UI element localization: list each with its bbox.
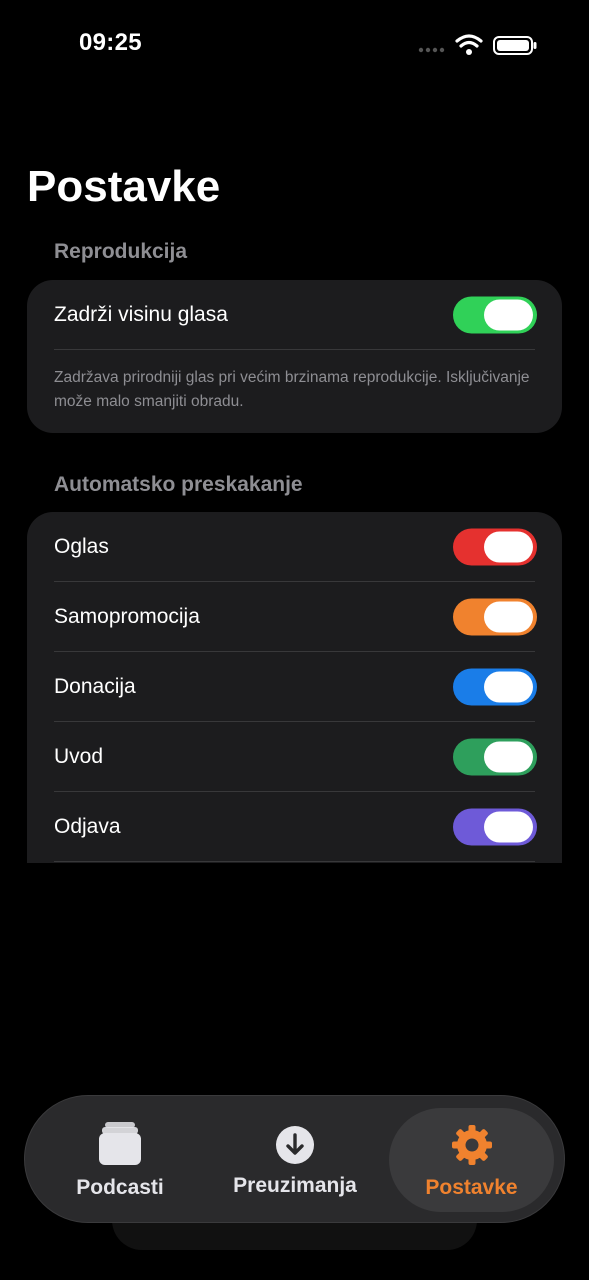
settings-row-samopromocija: Samopromocija bbox=[27, 582, 562, 652]
row-label: Uvod bbox=[54, 745, 104, 768]
gear-icon bbox=[452, 1125, 492, 1165]
row-label: Donacija bbox=[54, 675, 136, 698]
download-icon bbox=[276, 1126, 314, 1164]
divider bbox=[54, 861, 535, 862]
wifi-icon bbox=[455, 34, 483, 48]
toggle-samopromocija[interactable] bbox=[453, 598, 537, 636]
settings-row-uvod: Uvod bbox=[27, 722, 562, 792]
cellular-signal-icon bbox=[418, 47, 445, 53]
toggle-uvod[interactable] bbox=[453, 738, 537, 776]
toggle-knob bbox=[484, 531, 533, 563]
row-label: Samopromocija bbox=[54, 605, 200, 628]
toggle-knob bbox=[484, 811, 533, 843]
tab-bar: Podcasti Preuzimanja Postavke bbox=[24, 1095, 565, 1223]
row-label: Zadrži visinu glasa bbox=[54, 303, 228, 326]
toggle-pitch[interactable] bbox=[453, 296, 537, 334]
wifi-dot bbox=[466, 49, 472, 55]
toggle-oglas[interactable] bbox=[453, 528, 537, 566]
card-auto-skip: Oglas Samopromocija Donacija Uvod Odjava bbox=[27, 512, 562, 863]
section-footnote: Zadržava prirodniji glas pri većim brzin… bbox=[54, 369, 530, 410]
tab-label: Podcasti bbox=[76, 1176, 164, 1199]
row-label: Oglas bbox=[54, 535, 109, 558]
tab-label: Postavke bbox=[425, 1176, 518, 1199]
toggle-odjava[interactable] bbox=[453, 808, 537, 846]
toggle-knob bbox=[484, 299, 533, 331]
toggle-knob bbox=[484, 601, 533, 633]
status-bar: 09:25 bbox=[0, 0, 589, 90]
toggle-knob bbox=[484, 741, 533, 773]
status-time: 09:25 bbox=[79, 29, 142, 56]
settings-row-oglas: Oglas bbox=[27, 512, 562, 582]
section-header-reprodukcija: Reprodukcija bbox=[54, 240, 188, 263]
toggle-knob bbox=[484, 671, 533, 703]
page-title: Postavke bbox=[27, 162, 221, 211]
toggle-donacija[interactable] bbox=[453, 668, 537, 706]
tab-label: Preuzimanja bbox=[233, 1174, 357, 1197]
settings-row-odjava: Odjava bbox=[27, 792, 562, 862]
section-header-auto-skip: Automatsko preskakanje bbox=[54, 473, 303, 496]
settings-row-donacija: Donacija bbox=[27, 652, 562, 722]
podcasts-stack-icon bbox=[99, 1122, 141, 1165]
settings-row-pitch: Zadrži visinu glasa bbox=[27, 280, 562, 350]
status-icons bbox=[418, 34, 537, 55]
tab-preuzimanja[interactable]: Preuzimanja bbox=[220, 1096, 370, 1222]
tab-podcasti[interactable]: Podcasti bbox=[45, 1096, 195, 1222]
card-reprodukcija: Zadrži visinu glasa Zadržava prirodniji … bbox=[27, 280, 562, 433]
row-label: Odjava bbox=[54, 815, 121, 838]
battery-icon bbox=[493, 36, 537, 55]
divider bbox=[54, 349, 535, 350]
tab-postavke[interactable]: Postavke bbox=[389, 1096, 554, 1222]
